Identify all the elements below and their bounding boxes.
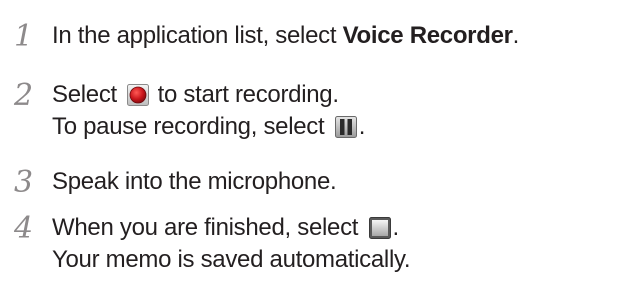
step-text-part: to start recording. xyxy=(151,81,339,108)
step-text-part: Speak into the microphone. xyxy=(52,168,337,195)
step-text: To pause recording, select . xyxy=(52,111,365,143)
pause-button-icon xyxy=(334,116,357,138)
step-text-part: Your memo is saved automatically. xyxy=(52,246,411,273)
step-text-part: . xyxy=(392,214,400,241)
step-number: 3 xyxy=(14,165,34,200)
step-text: Speak into the microphone. xyxy=(52,166,337,198)
step-text-part: . xyxy=(512,22,520,49)
app-name-voice-recorder: Voice Recorder xyxy=(342,22,513,49)
stop-button-icon xyxy=(368,217,391,239)
step-text: When you are finished, select . xyxy=(52,212,399,244)
step-text: Select to start recording. xyxy=(52,79,339,111)
step-text-part: To pause recording, select xyxy=(52,113,331,140)
record-button-icon xyxy=(127,84,150,106)
step-text: Your memo is saved automatically. xyxy=(52,244,411,276)
step-number: 1 xyxy=(14,19,34,54)
step-text-part: Select xyxy=(52,81,124,108)
instruction-steps: 1 In the application list, select Voice … xyxy=(0,0,643,287)
step-text-part: When you are finished, select xyxy=(52,214,365,241)
step-number: 2 xyxy=(14,78,34,113)
step-number: 4 xyxy=(14,211,34,246)
step-text: In the application list, select Voice Re… xyxy=(52,20,519,52)
step-text-part: In the application list, select xyxy=(52,22,343,49)
step-text-part: . xyxy=(358,113,366,140)
